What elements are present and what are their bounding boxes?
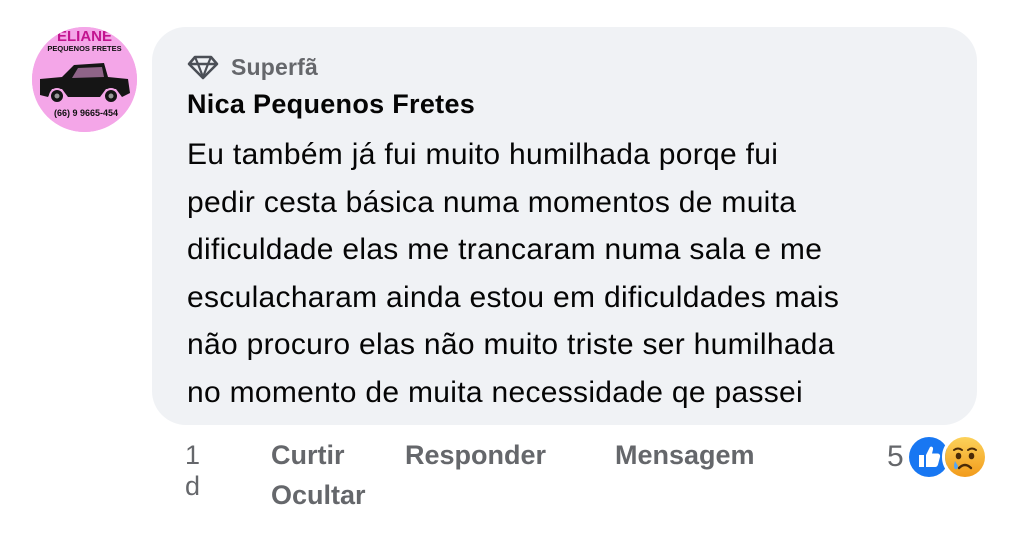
author-name[interactable]: Nica Pequenos Fretes <box>187 89 475 120</box>
comment-text: Eu também já fui muito humilhada porqe f… <box>187 131 957 416</box>
sad-icon <box>941 434 988 480</box>
message-button[interactable]: Mensagem <box>615 440 755 471</box>
comment: ELIANE PEQUENOS FRETES (66) 9 9665-454 S… <box>0 0 1024 552</box>
like-button[interactable]: Curtir <box>271 440 345 471</box>
badge-label: Superfã <box>231 53 319 80</box>
comment-bubble: Superfã Nica Pequenos Fretes Eu também j… <box>152 27 977 425</box>
reaction-count: 5 <box>887 440 904 473</box>
hide-button[interactable]: Ocultar <box>271 480 366 511</box>
reactions-summary[interactable]: 5 <box>887 434 988 480</box>
timestamp[interactable]: 1 d <box>185 440 200 502</box>
comment-line: não procuro elas não muito triste ser hu… <box>187 328 835 361</box>
diamond-icon <box>187 54 219 80</box>
comment-line: esculacharam ainda estou em dificuldades… <box>187 280 840 314</box>
avatar-brand-sub: PEQUENOS FRETES <box>47 44 121 53</box>
fan-badge[interactable]: Superfã <box>187 52 318 82</box>
comment-line: no momento de muita necessidade qe passe… <box>187 375 804 409</box>
avatar[interactable]: ELIANE PEQUENOS FRETES (66) 9 9665-454 <box>32 27 137 132</box>
avatar-phone: (66) 9 9665-454 <box>54 108 118 118</box>
avatar-brand-top: ELIANE <box>57 28 112 45</box>
comment-line: pedir cesta básica numa momentos de muit… <box>187 185 797 219</box>
comment-line: Eu também já fui muito humilhada porqe f… <box>187 138 779 171</box>
reply-button[interactable]: Responder <box>405 440 546 471</box>
truck-logo-image: ELIANE PEQUENOS FRETES (66) 9 9665-454 <box>32 27 137 132</box>
comment-line: dificuldade elas me trancaram numa sala … <box>187 233 823 266</box>
